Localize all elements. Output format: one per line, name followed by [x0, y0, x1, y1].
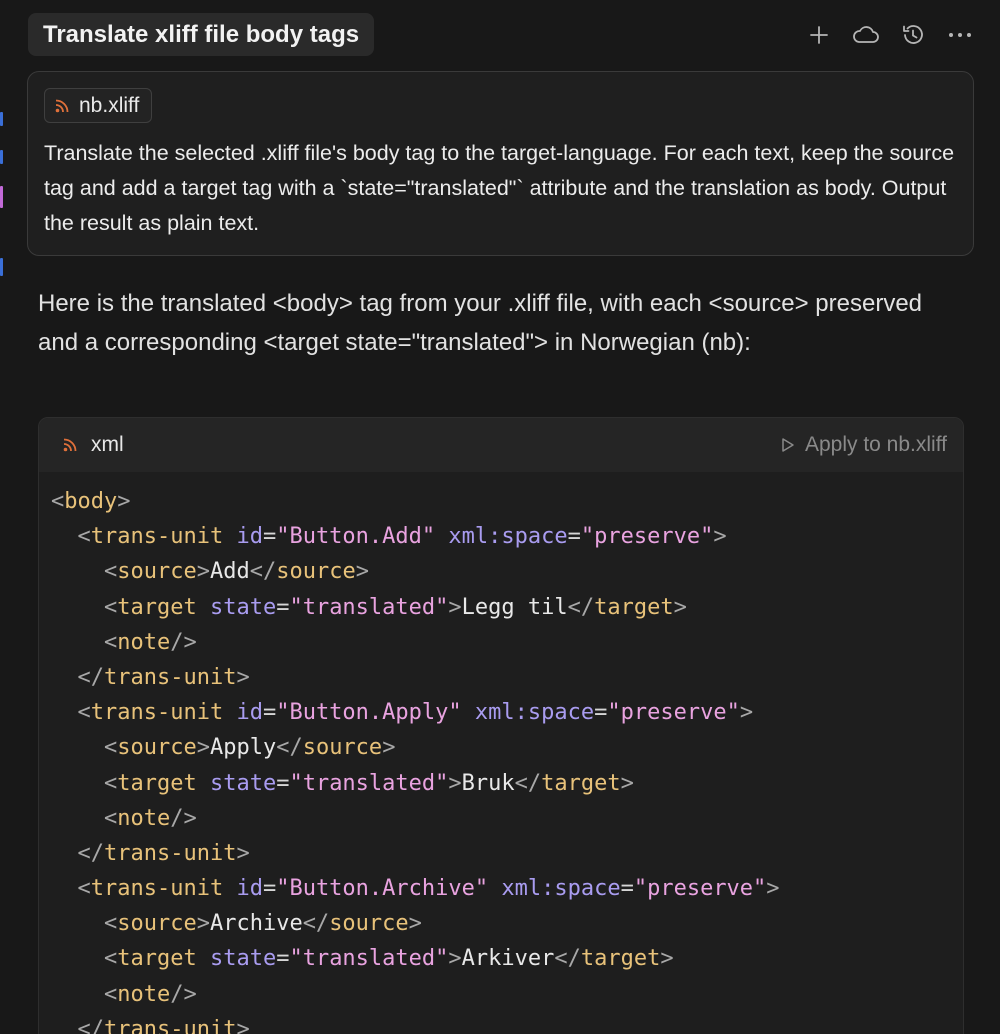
code-line: </trans-unit> — [77, 840, 250, 866]
code-language-label: xml — [91, 433, 124, 456]
header-actions — [802, 18, 976, 51]
code-line: <target state="translated">Legg til</tar… — [103, 594, 687, 620]
code-line: <target state="translated">Arkiver</targ… — [103, 946, 674, 972]
code-line: <note/> — [103, 981, 197, 1007]
code-line: <source>Apply</source> — [103, 735, 396, 761]
history-button[interactable] — [896, 18, 929, 51]
chat-panel: Translate xliff file body tags nb.xliff … — [0, 0, 1000, 1034]
rss-icon — [63, 438, 77, 452]
more-options-button[interactable] — [943, 18, 976, 51]
gutter-mark — [0, 258, 3, 276]
code-line: </trans-unit> — [77, 664, 250, 690]
code-line: </trans-unit> — [77, 1016, 250, 1034]
code-line: <trans-unit id="Button.Apply" xml:space=… — [77, 700, 754, 726]
rss-icon — [55, 99, 69, 112]
file-context-chip[interactable]: nb.xliff — [44, 88, 153, 123]
chat-title[interactable]: Translate xliff file body tags — [28, 13, 375, 56]
code-line: <trans-unit id="Button.Add" xml:space="p… — [77, 524, 727, 550]
user-message: nb.xliff Translate the selected .xliff f… — [27, 71, 974, 256]
code-line: <note/> — [103, 805, 197, 831]
gutter-mark — [0, 112, 3, 126]
apply-to-file-button[interactable]: Apply to nb.xliff — [781, 418, 947, 472]
ellipsis-icon — [948, 32, 971, 37]
user-message-text: Translate the selected .xliff file's bod… — [44, 141, 955, 235]
code-line: <target state="translated">Bruk</target> — [103, 770, 634, 796]
history-icon — [902, 24, 923, 44]
code-line: <trans-unit id="Button.Archive" xml:spac… — [77, 876, 780, 902]
play-icon — [782, 438, 794, 452]
apply-button-label: Apply to nb.xliff — [804, 433, 947, 456]
code-line: <body> — [51, 489, 131, 514]
gutter-mark — [0, 186, 3, 208]
file-chip-label: nb.xliff — [79, 93, 140, 117]
cloud-icon — [852, 25, 879, 43]
plus-icon — [809, 25, 828, 44]
chat-header: Translate xliff file body tags — [0, 0, 1000, 70]
gutter-mark — [0, 150, 3, 164]
code-content: <body> <trans-unit id="Button.Add" xml:s… — [51, 484, 780, 1034]
code-block: xml Apply to nb.xliff <body> <trans-unit… — [38, 417, 964, 1034]
code-block-header: xml Apply to nb.xliff — [39, 418, 963, 472]
code-language: xml — [63, 418, 124, 472]
code-line: <source>Archive</source> — [103, 911, 422, 937]
cloud-button[interactable] — [849, 18, 882, 51]
assistant-message-text: Here is the translated <body> tag from y… — [38, 290, 923, 356]
new-chat-button[interactable] — [802, 18, 835, 51]
code-line: <source>Add</source> — [103, 559, 369, 585]
code-line: <note/> — [103, 629, 197, 655]
